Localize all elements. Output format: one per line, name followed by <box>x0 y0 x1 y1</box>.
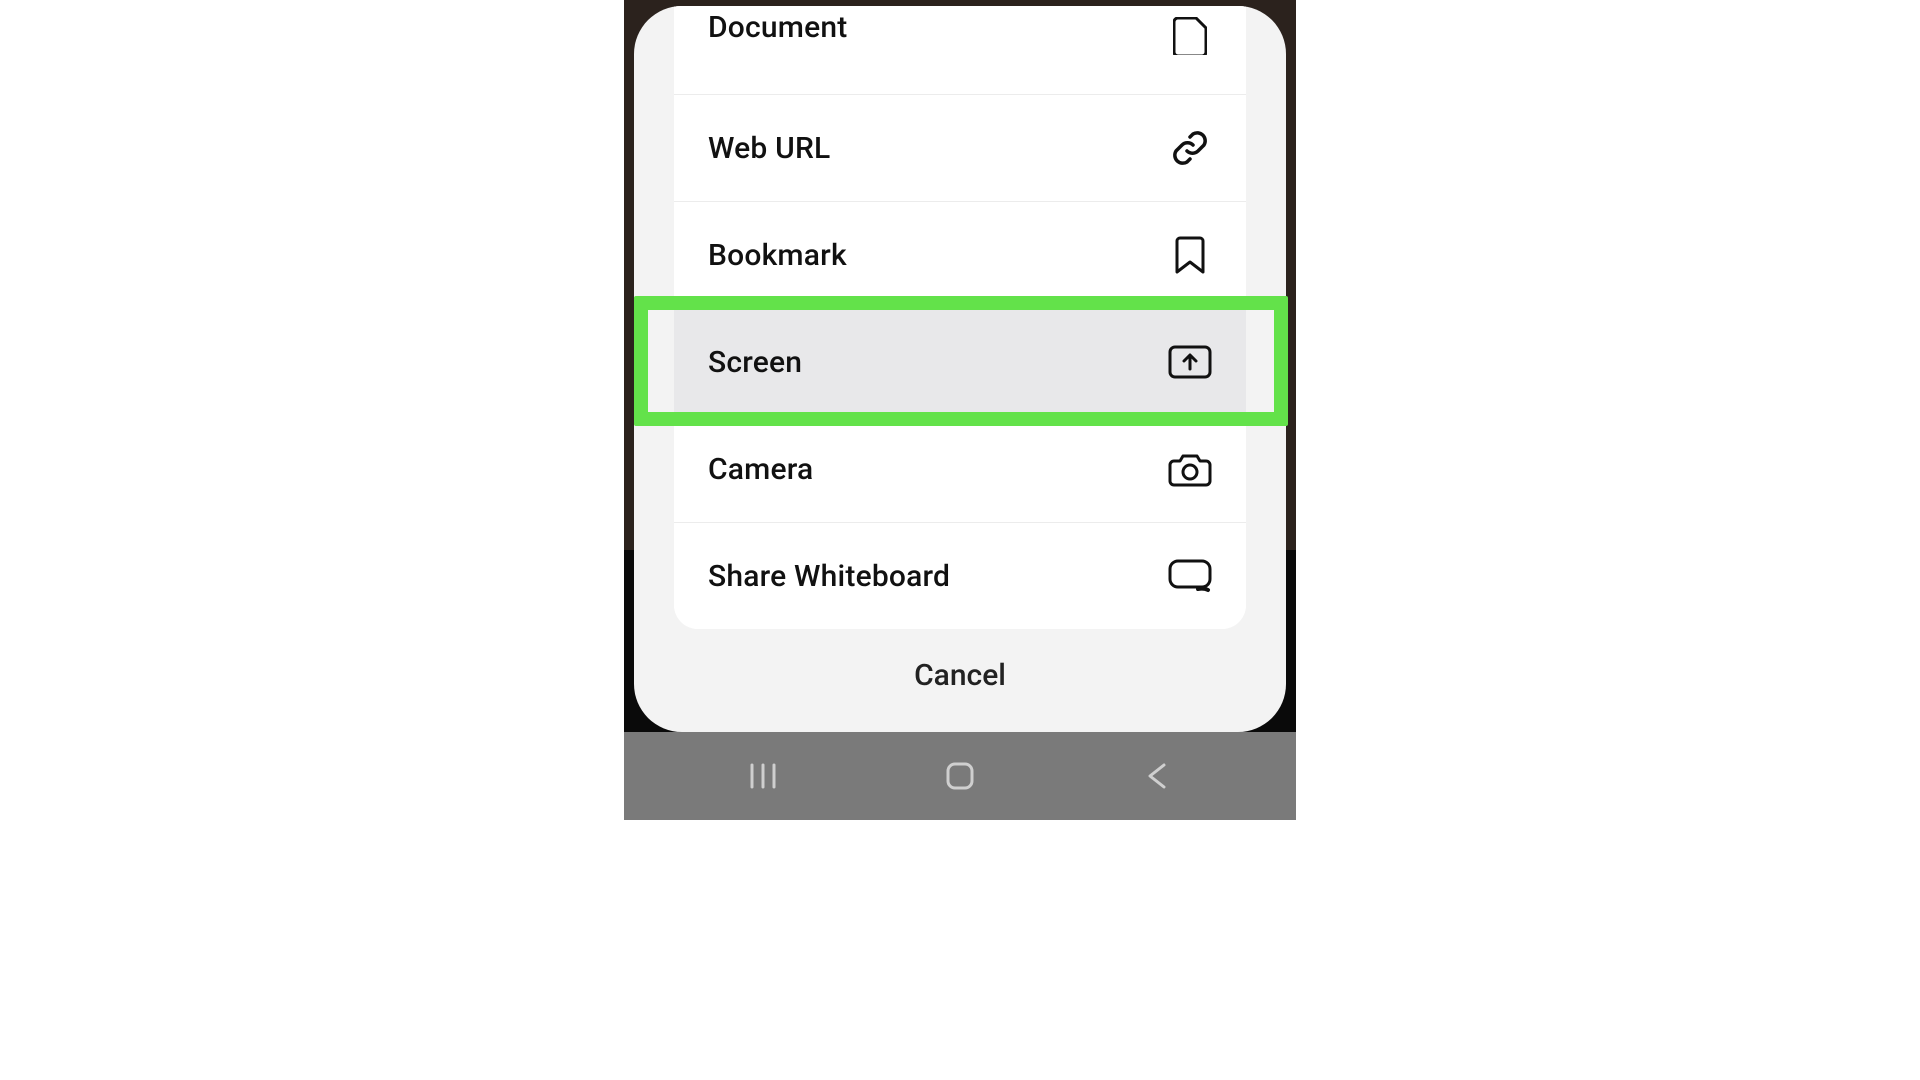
option-web-url-label: Web URL <box>708 131 830 166</box>
option-screen[interactable]: Screen <box>674 308 1246 415</box>
camera-icon <box>1168 447 1212 491</box>
share-options-list: Document Web URL Book <box>674 6 1246 629</box>
back-icon <box>1144 761 1170 791</box>
cancel-button[interactable]: Cancel <box>634 618 1286 732</box>
recents-icon <box>748 761 778 791</box>
option-document-label: Document <box>708 10 847 45</box>
nav-home-button[interactable] <box>936 752 984 800</box>
share-screen-icon <box>1168 340 1212 384</box>
option-bookmark-label: Bookmark <box>708 238 847 273</box>
document-icon <box>1168 14 1212 58</box>
cancel-button-label: Cancel <box>914 658 1006 693</box>
option-bookmark[interactable]: Bookmark <box>674 201 1246 308</box>
home-icon <box>944 760 976 792</box>
option-web-url[interactable]: Web URL <box>674 94 1246 201</box>
screenshot-stage: Document Web URL Book <box>624 0 1296 820</box>
nav-back-button[interactable] <box>1133 752 1181 800</box>
option-camera-label: Camera <box>708 452 813 487</box>
bookmark-icon <box>1168 233 1212 277</box>
share-action-sheet: Document Web URL Book <box>634 6 1286 732</box>
android-navbar <box>624 732 1296 820</box>
option-camera[interactable]: Camera <box>674 415 1246 522</box>
option-share-whiteboard-label: Share Whiteboard <box>708 559 950 594</box>
option-screen-label: Screen <box>708 345 802 380</box>
whiteboard-icon <box>1168 554 1212 598</box>
option-document[interactable]: Document <box>674 6 1246 94</box>
link-icon <box>1168 126 1212 170</box>
option-share-whiteboard[interactable]: Share Whiteboard <box>674 522 1246 629</box>
nav-recents-button[interactable] <box>739 752 787 800</box>
